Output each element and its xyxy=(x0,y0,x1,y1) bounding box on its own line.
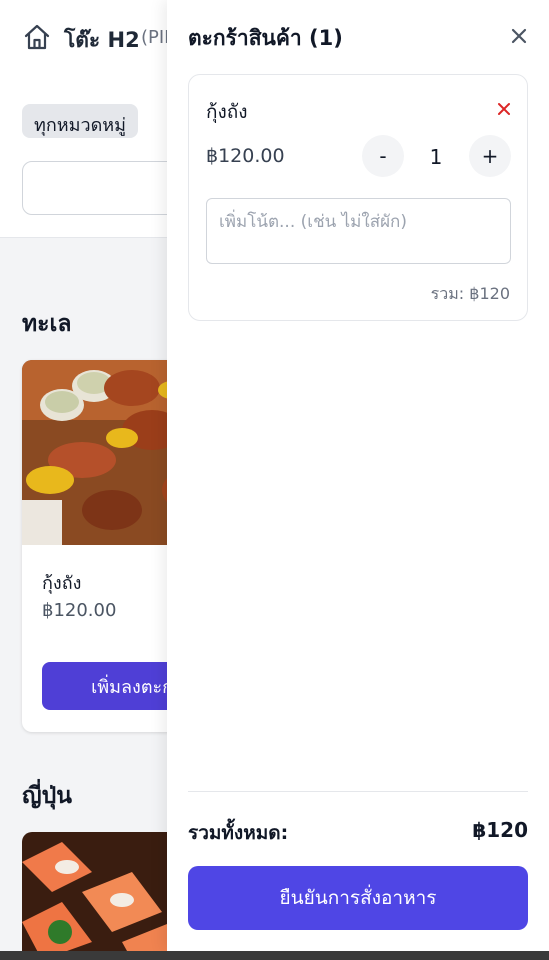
cart-title: ตะกร้าสินค้า (1) xyxy=(188,26,343,50)
quantity-value: 1 xyxy=(429,145,443,169)
cart-item-price: ฿120.00 xyxy=(206,145,285,167)
category-filter[interactable]: ทุกหมวดหมู่ xyxy=(22,104,139,138)
divider xyxy=(188,791,528,792)
increase-quantity-button[interactable]: + xyxy=(469,135,511,177)
section-title-seafood: ทะเล xyxy=(22,311,72,337)
table-name: โต๊ะ H2 xyxy=(64,28,140,52)
total-label: รวมทั้งหมด: xyxy=(188,822,289,844)
product-name: กุ้งถัง xyxy=(42,573,82,594)
close-icon[interactable] xyxy=(507,24,531,48)
home-icon[interactable] xyxy=(22,22,52,52)
product-price: ฿120.00 xyxy=(42,600,117,621)
bottom-bar xyxy=(0,951,549,960)
section-title-japanese: ญี่ปุ่น xyxy=(22,783,72,809)
item-subtotal: รวม: ฿120 xyxy=(430,284,510,303)
decrease-quantity-button[interactable]: - xyxy=(362,135,404,177)
note-input[interactable] xyxy=(206,198,511,264)
cart-item: กุ้งถัง ฿120.00 - 1 + รวม: ฿120 xyxy=(188,74,528,321)
cart-item-name: กุ้งถัง xyxy=(206,101,248,123)
confirm-order-button[interactable]: ยืนยันการสั่งอาหาร xyxy=(188,866,528,930)
cart-drawer: ตะกร้าสินค้า (1) กุ้งถัง ฿120.00 - 1 + ร… xyxy=(167,0,549,951)
remove-item-icon[interactable] xyxy=(495,100,513,118)
total-value: ฿120 xyxy=(472,818,528,842)
